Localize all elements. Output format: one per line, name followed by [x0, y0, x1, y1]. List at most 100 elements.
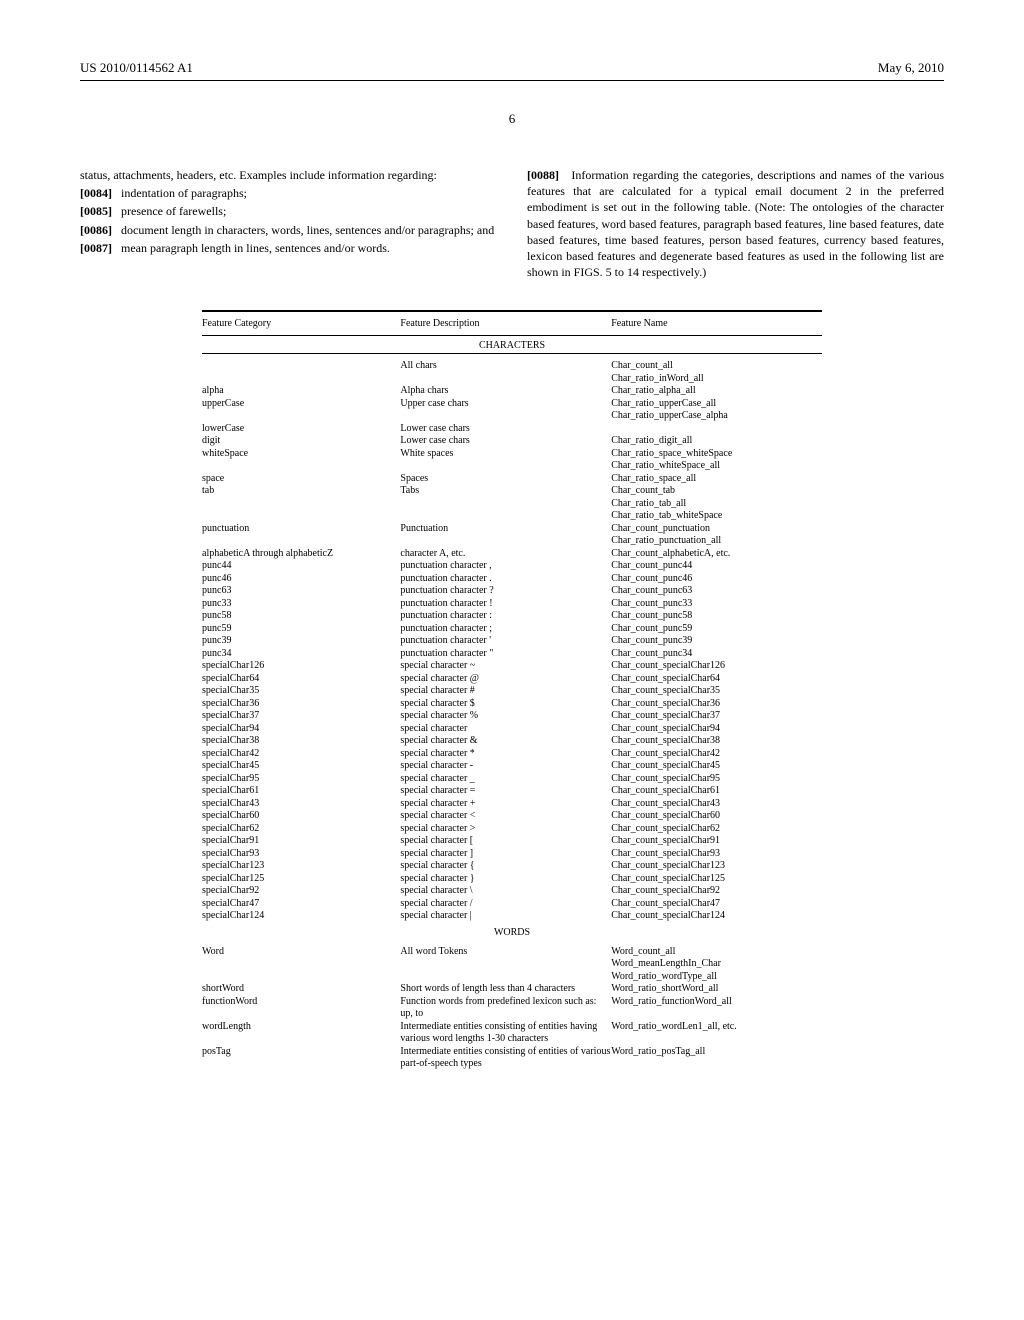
cell-category: alphabeticA through alphabeticZ — [202, 548, 400, 561]
cell-category: alpha — [202, 385, 400, 398]
cell-category: digit — [202, 435, 400, 448]
cell-category: punc44 — [202, 560, 400, 573]
table-row: tabTabsChar_count_tab — [202, 485, 822, 498]
cell-name: Char_count_alphabeticA, etc. — [611, 548, 822, 561]
table-row: punc39punctuation character 'Char_count_… — [202, 635, 822, 648]
table-row: specialChar38special character &Char_cou… — [202, 735, 822, 748]
table-row: specialChar43special character +Char_cou… — [202, 798, 822, 811]
table-row: specialChar92special character \Char_cou… — [202, 885, 822, 898]
cell-description: punctuation character . — [400, 573, 611, 586]
cell-description: Upper case chars — [400, 398, 611, 411]
table-row: specialChar123special character {Char_co… — [202, 860, 822, 873]
cell-category: specialChar94 — [202, 723, 400, 736]
cell-description: All word Tokens — [400, 946, 611, 959]
cell-name: Char_count_punc46 — [611, 573, 822, 586]
cell-name: Char_count_specialChar38 — [611, 735, 822, 748]
left-intro: status, attachments, headers, etc. Examp… — [80, 168, 437, 182]
cell-description: All chars — [400, 360, 611, 373]
para-0086: [0086] document length in characters, wo… — [80, 222, 497, 238]
cell-category — [202, 410, 400, 423]
cell-description: Tabs — [400, 485, 611, 498]
cell-description: Punctuation — [400, 523, 611, 536]
table-row: posTagIntermediate entities consisting o… — [202, 1046, 822, 1071]
table-row: specialChar35special character #Char_cou… — [202, 685, 822, 698]
header-name: Feature Name — [611, 318, 822, 329]
cell-category: specialChar64 — [202, 673, 400, 686]
cell-category: tab — [202, 485, 400, 498]
cell-description — [400, 958, 611, 971]
cell-name: Char_count_specialChar125 — [611, 873, 822, 886]
cell-name: Char_count_tab — [611, 485, 822, 498]
cell-name: Char_count_specialChar93 — [611, 848, 822, 861]
table-row: specialChar93special character ]Char_cou… — [202, 848, 822, 861]
cell-description: Lower case chars — [400, 435, 611, 448]
cell-category: specialChar42 — [202, 748, 400, 761]
cell-name: Char_count_punc59 — [611, 623, 822, 636]
table-row: Char_ratio_tab_all — [202, 498, 822, 511]
right-column: [0088] Information regarding the categor… — [527, 167, 944, 280]
table-row: punc46punctuation character .Char_count_… — [202, 573, 822, 586]
cell-name: Char_count_specialChar64 — [611, 673, 822, 686]
cell-description: special character { — [400, 860, 611, 873]
cell-category: posTag — [202, 1046, 400, 1071]
cell-description: punctuation character , — [400, 560, 611, 573]
cell-name: Char_count_specialChar95 — [611, 773, 822, 786]
cell-description: special character / — [400, 898, 611, 911]
cell-description: special character - — [400, 760, 611, 773]
table-row: punc58punctuation character :Char_count_… — [202, 610, 822, 623]
cell-description: special character > — [400, 823, 611, 836]
table-row: Char_ratio_upperCase_alpha — [202, 410, 822, 423]
cell-description: special character _ — [400, 773, 611, 786]
table-row: specialChar36special character $Char_cou… — [202, 698, 822, 711]
cell-description: special character — [400, 723, 611, 736]
cell-category: whiteSpace — [202, 448, 400, 461]
cell-category: punc46 — [202, 573, 400, 586]
cell-category: punc34 — [202, 648, 400, 661]
cell-category: punc58 — [202, 610, 400, 623]
cell-description: special character * — [400, 748, 611, 761]
cell-category: specialChar38 — [202, 735, 400, 748]
cell-category: specialChar93 — [202, 848, 400, 861]
header-category: Feature Category — [202, 318, 400, 329]
cell-category: specialChar36 — [202, 698, 400, 711]
cell-description: special character & — [400, 735, 611, 748]
cell-name: Word_ratio_wordType_all — [611, 971, 822, 984]
cell-name: Char_count_specialChar92 — [611, 885, 822, 898]
cell-category: specialChar60 — [202, 810, 400, 823]
table-row: shortWordShort words of length less than… — [202, 983, 822, 996]
cell-name: Char_ratio_alpha_all — [611, 385, 822, 398]
table-row: specialChar62special character >Char_cou… — [202, 823, 822, 836]
table-row: Char_ratio_whiteSpace_all — [202, 460, 822, 473]
cell-name: Word_count_all — [611, 946, 822, 959]
cell-description: special character } — [400, 873, 611, 886]
cell-name: Char_count_specialChar35 — [611, 685, 822, 698]
para-0087: [0087] mean paragraph length in lines, s… — [80, 240, 497, 256]
para-text: document length in characters, words, li… — [121, 223, 494, 237]
cell-name: Char_ratio_space_whiteSpace — [611, 448, 822, 461]
cell-category — [202, 360, 400, 373]
cell-description: special character @ — [400, 673, 611, 686]
cell-description: special character < — [400, 810, 611, 823]
cell-description: character A, etc. — [400, 548, 611, 561]
table-row: specialChar37special character %Char_cou… — [202, 710, 822, 723]
cell-description: punctuation character ? — [400, 585, 611, 598]
cell-description: Lower case chars — [400, 423, 611, 436]
para-num: [0086] — [80, 223, 112, 237]
table-row: specialChar125special character }Char_co… — [202, 873, 822, 886]
section-characters: CHARACTERS — [202, 336, 822, 354]
cell-name: Char_ratio_space_all — [611, 473, 822, 486]
cell-name: Char_ratio_tab_all — [611, 498, 822, 511]
cell-category: space — [202, 473, 400, 486]
table-row: specialChar94special characterChar_count… — [202, 723, 822, 736]
table-row: Char_ratio_inWord_all — [202, 373, 822, 386]
table-row: punc33punctuation character !Char_count_… — [202, 598, 822, 611]
table-row: specialChar91special character [Char_cou… — [202, 835, 822, 848]
cell-description: Spaces — [400, 473, 611, 486]
page-header: US 2010/0114562 A1 May 6, 2010 — [80, 60, 944, 81]
cell-description: special character # — [400, 685, 611, 698]
cell-name: Char_count_punc34 — [611, 648, 822, 661]
cell-description — [400, 410, 611, 423]
cell-description: special character ~ — [400, 660, 611, 673]
publication-date: May 6, 2010 — [878, 60, 944, 76]
body-columns: status, attachments, headers, etc. Examp… — [80, 167, 944, 280]
